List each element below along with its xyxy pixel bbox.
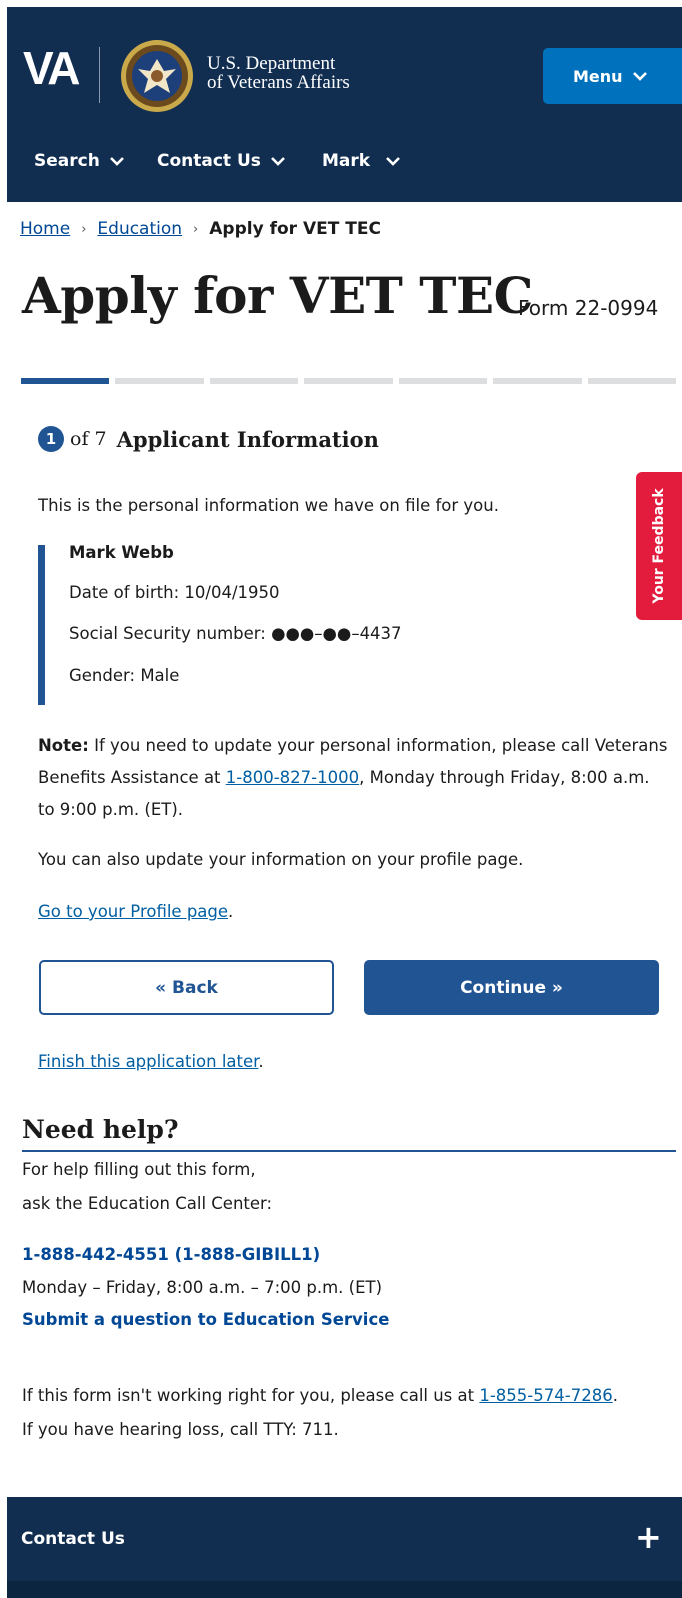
form-trouble-line: If this form isn't working right for you… bbox=[22, 1386, 618, 1405]
feedback-tab-label: Your Feedback bbox=[651, 488, 667, 604]
footer-contact-us-label: Contact Us bbox=[21, 1529, 125, 1549]
finish-later-suffix: . bbox=[258, 1052, 264, 1071]
finish-later-line: Finish this application later. bbox=[38, 1052, 264, 1071]
update-info-note: Note: If you need to update your persona… bbox=[38, 730, 668, 826]
progress-bar bbox=[21, 378, 676, 384]
department-name[interactable]: U.S. Department of Veterans Affairs bbox=[207, 54, 350, 92]
progress-segment bbox=[21, 378, 110, 384]
nav-contact-us-label: Contact Us bbox=[157, 151, 261, 171]
back-button[interactable]: « Back bbox=[39, 960, 334, 1015]
nav-contact-us[interactable]: Contact Us bbox=[157, 151, 285, 171]
progress-segment bbox=[398, 378, 488, 384]
nav-search-label: Search bbox=[34, 151, 100, 171]
logo-divider bbox=[99, 47, 100, 103]
breadcrumb: Home › Education › Apply for VET TEC bbox=[20, 219, 381, 239]
form-number: Form 22-0994 bbox=[518, 296, 659, 320]
va-seal-icon bbox=[121, 40, 193, 112]
step-number-badge: 1 bbox=[38, 426, 64, 452]
applicant-name: Mark Webb bbox=[69, 543, 174, 562]
breadcrumb-separator-icon: › bbox=[193, 221, 199, 237]
submit-question-link[interactable]: Submit a question to Education Service bbox=[22, 1310, 389, 1329]
step-header: 1 of 7 Applicant Information bbox=[38, 426, 379, 452]
applicant-gender: Gender: Male bbox=[69, 666, 180, 685]
chevron-down-icon bbox=[270, 157, 285, 166]
nav-search[interactable]: Search bbox=[34, 151, 124, 171]
page-title: Apply for VET TEC bbox=[22, 266, 533, 325]
applicant-dob: Date of birth: 10/04/1950 bbox=[69, 583, 280, 602]
finish-later-link[interactable]: Finish this application later bbox=[38, 1052, 258, 1071]
step-of-total: of 7 bbox=[70, 428, 107, 450]
nav-user-mark[interactable]: Mark bbox=[322, 151, 400, 171]
profile-page-link[interactable]: Go to your Profile page bbox=[38, 902, 228, 921]
menu-button[interactable]: Menu bbox=[543, 48, 682, 104]
vba-phone-link[interactable]: 1-800-827-1000 bbox=[226, 768, 359, 787]
department-name-line2: of Veterans Affairs bbox=[207, 72, 350, 93]
continue-button[interactable]: Continue » bbox=[364, 960, 659, 1015]
progress-segment bbox=[209, 378, 299, 384]
department-name-line1: U.S. Department bbox=[207, 53, 336, 74]
applicant-ssn: Social Security number: ●●●–●●–4437 bbox=[69, 624, 402, 643]
feedback-tab[interactable]: Your Feedback bbox=[636, 472, 682, 620]
intro-text: This is the personal information we have… bbox=[38, 496, 499, 515]
help-line-2: ask the Education Call Center: bbox=[22, 1194, 273, 1213]
nav-user-label: Mark bbox=[322, 151, 371, 171]
progress-segment bbox=[115, 378, 204, 384]
step-title: Applicant Information bbox=[116, 426, 379, 452]
breadcrumb-current: Apply for VET TEC bbox=[209, 219, 381, 239]
note-label: Note: bbox=[38, 736, 89, 755]
profile-text: You can also update your information on … bbox=[38, 850, 524, 869]
footer-contact-us-accordion[interactable]: Contact Us + bbox=[7, 1497, 682, 1581]
chevron-down-icon bbox=[386, 157, 400, 166]
call-center-hours: Monday – Friday, 8:00 a.m. – 7:00 p.m. (… bbox=[22, 1278, 383, 1297]
profile-link-suffix: . bbox=[228, 902, 234, 921]
breadcrumb-separator-icon: › bbox=[81, 221, 87, 237]
chevron-down-icon bbox=[109, 157, 124, 166]
breadcrumb-home[interactable]: Home bbox=[20, 219, 70, 239]
form-trouble-phone-link[interactable]: 1-855-574-7286 bbox=[479, 1386, 612, 1405]
footer-bottom bbox=[7, 1581, 682, 1598]
tty-line: If you have hearing loss, call TTY: 711. bbox=[22, 1420, 339, 1439]
chevron-down-icon bbox=[632, 72, 647, 81]
progress-segment bbox=[493, 378, 582, 384]
progress-segment bbox=[587, 378, 676, 384]
applicant-info-box: Mark Webb Date of birth: 10/04/1950 Soci… bbox=[38, 543, 458, 705]
va-logo[interactable]: VA bbox=[23, 45, 80, 91]
education-call-center-phone[interactable]: 1-888-442-4551 (1-888-GIBILL1) bbox=[22, 1245, 320, 1264]
help-line-1: For help filling out this form, bbox=[22, 1160, 256, 1179]
site-header: VA U.S. Department of Veterans Affairs M… bbox=[7, 7, 682, 202]
profile-link-line: Go to your Profile page. bbox=[38, 902, 233, 921]
need-help-heading: Need help? bbox=[22, 1115, 676, 1152]
progress-segment bbox=[304, 378, 393, 384]
expand-plus-icon: + bbox=[635, 1518, 662, 1556]
menu-button-label: Menu bbox=[573, 66, 623, 86]
form-trouble-text: If this form isn't working right for you… bbox=[22, 1386, 480, 1405]
breadcrumb-education[interactable]: Education bbox=[97, 219, 182, 239]
form-trouble-suffix: . bbox=[612, 1386, 618, 1405]
